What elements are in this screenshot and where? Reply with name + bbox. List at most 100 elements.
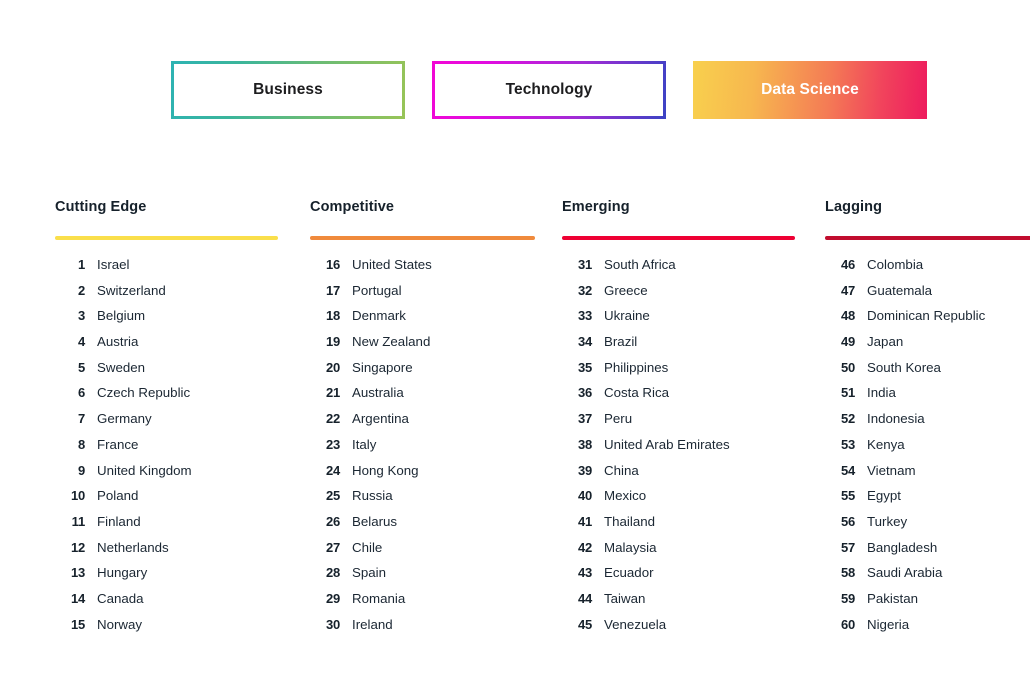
country-name: Brazil xyxy=(604,334,638,350)
column-emerging: Emerging 31 South Africa 32 Greece 33 Ukrai… xyxy=(510,198,795,642)
rank-number: 49 xyxy=(840,334,855,350)
list-item: 17 Portugal xyxy=(310,283,510,309)
column-title-cutting-edge: Cutting Edge xyxy=(55,199,147,215)
tab-data-science[interactable]: Data Science xyxy=(693,61,927,119)
rank-number: 43 xyxy=(577,565,592,581)
tab-technology[interactable]: Technology xyxy=(432,61,666,119)
country-name: Israel xyxy=(97,257,130,272)
list-item: 28 Spain xyxy=(310,565,510,591)
country-name: Philippines xyxy=(604,359,669,375)
rank-number: 22 xyxy=(325,411,340,427)
list-item: 11 Finland xyxy=(55,514,255,540)
rank-number: 50 xyxy=(840,359,855,375)
list-item: 56 Turkey xyxy=(825,514,1030,540)
country-name: Ecuador xyxy=(604,565,654,581)
list-item: 19 New Zealand xyxy=(310,334,510,360)
list-item: 5 Sweden xyxy=(55,360,255,386)
country-name: Poland xyxy=(97,488,139,504)
list-item: 29 Romania xyxy=(310,591,510,617)
country-name: Egypt xyxy=(867,488,902,504)
rank-list-competitive: 16 United States 17 Portugal 18 Denmark 19 N… xyxy=(310,257,510,642)
rank-list-cutting-edge: 1 Israel 2 Switzerland 3 Belgium 4 Austria 5… xyxy=(55,257,255,642)
rank-list-lagging: 46 Colombia 47 Guatemala 48 Dominican Repub… xyxy=(825,257,1030,642)
rank-number: 18 xyxy=(325,308,340,324)
rank-number: 39 xyxy=(577,462,592,478)
rank-number: 21 xyxy=(325,385,340,401)
rank-number: 38 xyxy=(577,436,592,452)
list-item: 57 Bangladesh xyxy=(825,540,1030,566)
country-name: Argentina xyxy=(352,411,409,427)
rank-number: 29 xyxy=(325,590,340,606)
list-item: 22 Argentina xyxy=(310,411,510,437)
list-item: 34 Brazil xyxy=(562,334,770,360)
country-name: Kenya xyxy=(867,436,905,452)
list-item: 46 Colombia xyxy=(825,257,1030,283)
country-name: Bangladesh xyxy=(867,539,938,555)
tab-business[interactable]: Business xyxy=(171,61,405,119)
list-item: 50 South Korea xyxy=(825,360,1030,386)
country-name: Singapore xyxy=(352,359,413,375)
country-name: Japan xyxy=(867,334,904,350)
country-name: Russia xyxy=(352,488,393,504)
list-item: 32 Greece xyxy=(562,283,770,309)
column-rule-lagging xyxy=(825,236,1030,240)
rank-number: 54 xyxy=(840,462,855,478)
list-item: 36 Costa Rica xyxy=(562,385,770,411)
list-item: 58 Saudi Arabia xyxy=(825,565,1030,591)
rank-number: 20 xyxy=(325,359,340,375)
rank-number: 9 xyxy=(77,462,85,478)
rank-number: 58 xyxy=(840,565,855,581)
list-item: 41 Thailand xyxy=(562,514,770,540)
country-name: Greece xyxy=(604,282,648,298)
rank-number: 8 xyxy=(77,436,85,452)
country-name: Norway xyxy=(97,616,143,632)
tab-technology-label: Technology xyxy=(435,64,663,116)
rank-number: 47 xyxy=(840,282,855,298)
column-title-emerging: Emerging xyxy=(562,199,630,215)
rank-number: 7 xyxy=(77,411,85,427)
rank-number: 25 xyxy=(325,488,340,504)
list-item: 14 Canada xyxy=(55,591,255,617)
rank-number: 16 xyxy=(325,257,340,272)
list-item: 2 Switzerland xyxy=(55,283,255,309)
country-name: Spain xyxy=(352,565,387,581)
rank-number: 36 xyxy=(577,385,592,401)
rank-number: 15 xyxy=(70,616,85,632)
country-name: Turkey xyxy=(867,513,908,529)
ranking-columns: Cutting Edge 1 Israel 2 Switzerland 3 Belgi… xyxy=(0,198,1030,642)
list-item: 6 Czech Republic xyxy=(55,385,255,411)
list-item: 39 China xyxy=(562,463,770,489)
list-item: 53 Kenya xyxy=(825,437,1030,463)
category-tab-bar: Business Technology Data Science xyxy=(171,61,927,119)
rank-number: 19 xyxy=(325,334,340,350)
list-item: 18 Denmark xyxy=(310,308,510,334)
list-item: 43 Ecuador xyxy=(562,565,770,591)
rank-number: 3 xyxy=(77,308,85,324)
country-name: South Africa xyxy=(604,257,676,272)
rank-number: 34 xyxy=(577,334,592,350)
country-name: Germany xyxy=(97,411,152,427)
country-name: France xyxy=(97,436,139,452)
list-item: 38 United Arab Emirates xyxy=(562,437,770,463)
column-title-lagging: Lagging xyxy=(825,199,883,215)
rank-number: 6 xyxy=(77,385,85,401)
country-name: Ukraine xyxy=(604,308,650,324)
rank-number: 52 xyxy=(840,411,855,427)
list-item: 40 Mexico xyxy=(562,488,770,514)
rank-number: 45 xyxy=(577,616,592,632)
list-item: 26 Belarus xyxy=(310,514,510,540)
list-item: 24 Hong Kong xyxy=(310,463,510,489)
rank-number: 35 xyxy=(577,359,592,375)
country-name: United Kingdom xyxy=(97,462,192,478)
country-name: Indonesia xyxy=(867,411,925,427)
country-name: Netherlands xyxy=(97,539,169,555)
list-item: 47 Guatemala xyxy=(825,283,1030,309)
tab-data-science-label: Data Science xyxy=(761,81,859,98)
rank-number: 48 xyxy=(840,308,855,324)
list-item: 3 Belgium xyxy=(55,308,255,334)
list-item: 8 France xyxy=(55,437,255,463)
rank-number: 5 xyxy=(77,359,85,375)
rank-number: 56 xyxy=(840,513,855,529)
rank-number: 55 xyxy=(840,488,855,504)
rank-number: 12 xyxy=(70,539,85,555)
